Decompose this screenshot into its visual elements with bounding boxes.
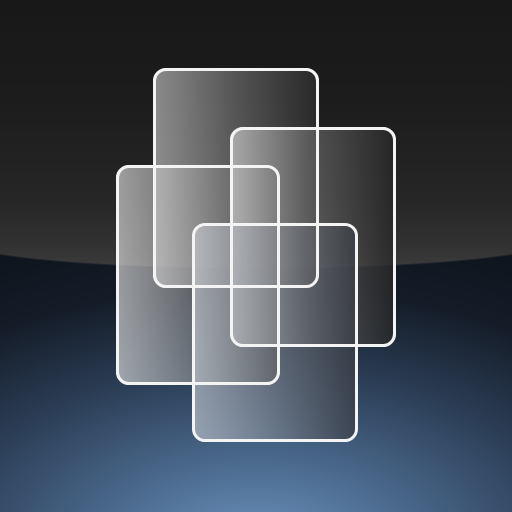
- app-icon[interactable]: [0, 0, 512, 512]
- window-tile-right-outline: [230, 127, 396, 347]
